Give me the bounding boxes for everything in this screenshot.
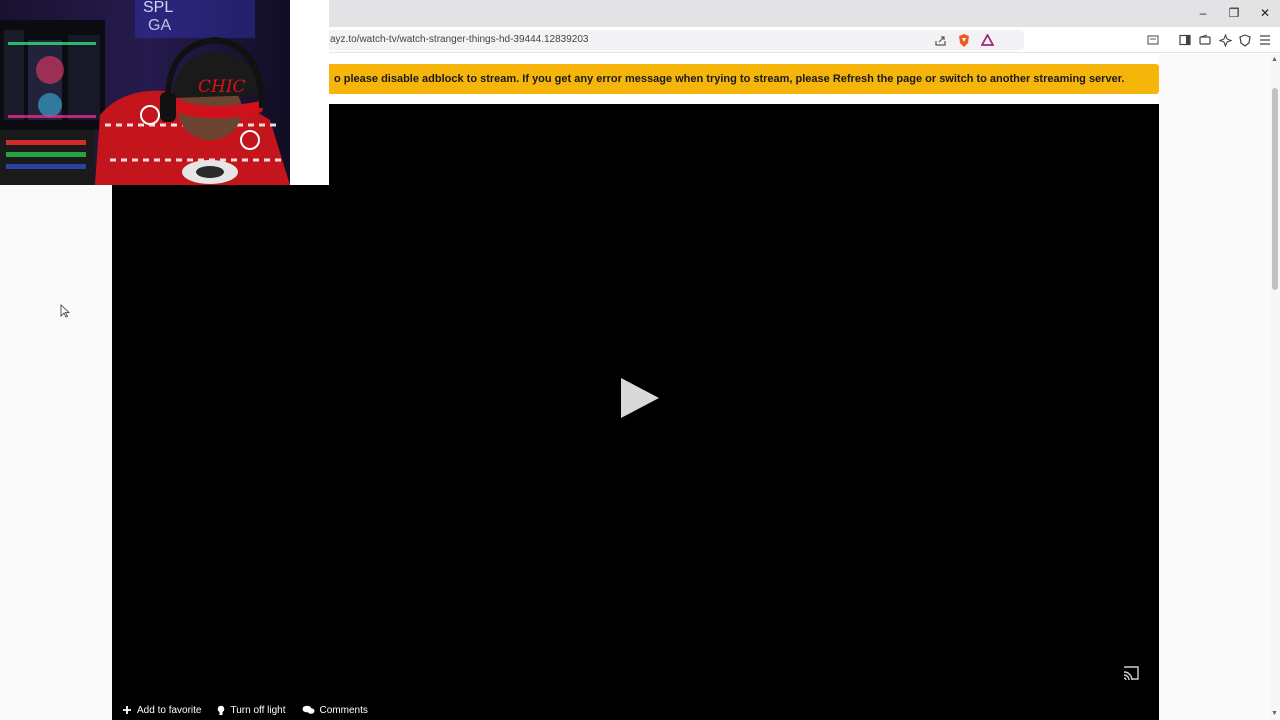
comments-label: Comments [319, 704, 368, 716]
add-to-favorite-button[interactable]: Add to favorite [122, 705, 201, 716]
adblock-notice-text: o please disable adblock to stream. If y… [334, 73, 1125, 85]
close-button[interactable]: ✕ [1254, 4, 1276, 22]
svg-text:SPL: SPL [143, 0, 173, 16]
scroll-up-arrow-icon[interactable]: ▲ [1271, 56, 1278, 63]
url-text[interactable]: ayz.to/watch-tv/watch-stranger-things-hd… [330, 34, 588, 45]
restore-button[interactable]: ❐ [1223, 4, 1245, 22]
brave-shield-icon[interactable] [956, 32, 972, 48]
plus-icon [123, 706, 131, 714]
play-button[interactable] [618, 376, 662, 420]
leo-ai-icon[interactable] [1217, 32, 1233, 48]
scroll-down-arrow-icon[interactable]: ▼ [1271, 710, 1278, 717]
turn-off-light-label: Turn off light [230, 704, 286, 716]
minimize-button[interactable]: – [1192, 4, 1214, 22]
turn-off-light-button[interactable]: Turn off light [217, 704, 286, 716]
mouse-cursor-icon [60, 304, 71, 323]
cap-logo-text: CHIC [198, 77, 246, 97]
vpn-shield-icon[interactable] [1237, 32, 1253, 48]
share-icon[interactable] [932, 32, 948, 48]
play-icon [621, 378, 659, 418]
svg-text:GA: GA [148, 17, 171, 34]
menu-icon[interactable] [1257, 32, 1273, 48]
webcam-feed: SPL GA CHIC [0, 0, 329, 185]
wallet-icon[interactable] [1197, 32, 1213, 48]
comments-button[interactable]: Comments [302, 705, 368, 716]
add-to-favorite-label: Add to favorite [137, 704, 202, 716]
brave-rewards-icon[interactable] [979, 32, 995, 48]
cast-button[interactable] [1122, 665, 1140, 681]
page-right-margin [1159, 54, 1270, 720]
lightbulb-icon [218, 705, 225, 715]
sidebar-icon[interactable] [1177, 32, 1193, 48]
scrollbar-thumb[interactable] [1272, 88, 1278, 290]
tab-search-icon[interactable] [1145, 32, 1161, 48]
comments-icon [302, 705, 315, 714]
webcam-border [290, 0, 329, 185]
webcam-overlay: SPL GA CHIC [0, 0, 329, 185]
player-actions-bar: Add to favorite Turn off light Comments [122, 702, 368, 718]
cast-icon [1123, 666, 1139, 681]
